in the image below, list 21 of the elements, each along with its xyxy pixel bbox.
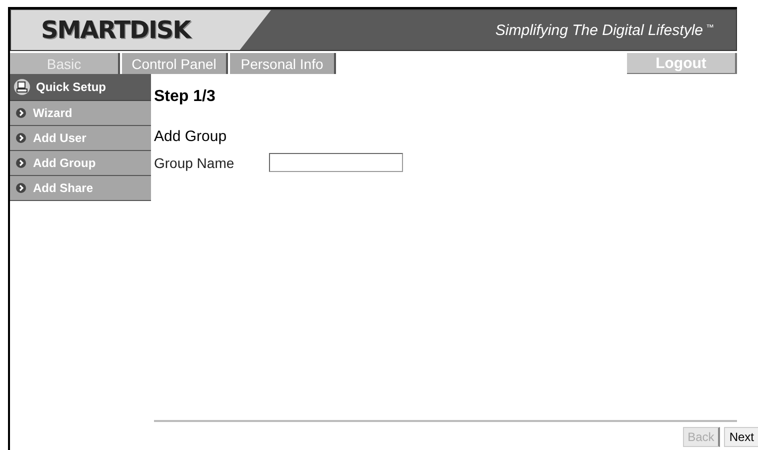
group-name-field[interactable] [269, 153, 403, 172]
nav-button[interactable]: Next [724, 427, 758, 447]
trademark: ™ [706, 23, 714, 32]
section-title: Add Group [154, 128, 228, 145]
chevron-icon [16, 158, 26, 168]
field-label: Group Name [154, 154, 236, 170]
sidebar-item[interactable]: Add User [10, 126, 151, 151]
sidebar-title: Quick Setup [36, 80, 106, 94]
chevron-icon [16, 108, 26, 118]
computer-icon [14, 79, 30, 95]
sidebar-item[interactable]: Add Share [10, 176, 151, 201]
sidebar-item[interactable]: Add Group [10, 151, 151, 176]
chevron-icon [16, 133, 26, 143]
logo: SMARTDISK [41, 16, 190, 44]
nav-tab[interactable]: Basic [10, 53, 120, 74]
nav-tab[interactable]: Control Panel [122, 53, 228, 74]
chevron-icon [16, 183, 26, 193]
step-title: Step 1/3 [154, 88, 216, 106]
sidebar-item[interactable]: Wizard [10, 101, 151, 126]
tagline: Simplifying The Digital Lifestyle [495, 22, 703, 38]
nav-tab[interactable]: Personal Info [230, 53, 336, 74]
